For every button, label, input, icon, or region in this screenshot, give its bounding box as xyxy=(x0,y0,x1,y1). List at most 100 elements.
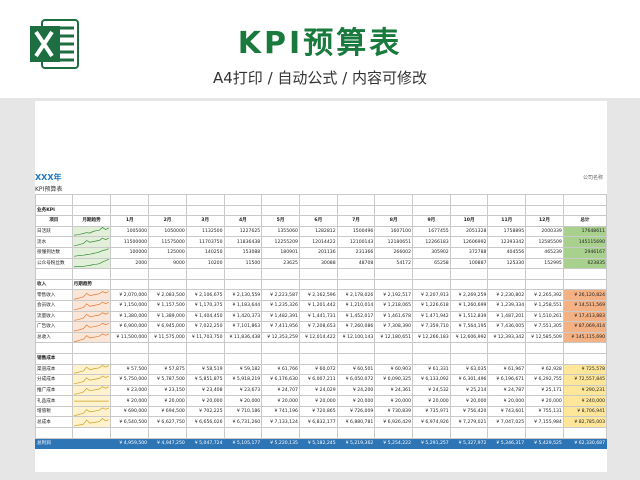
value-cell[interactable]: ¥ 6,880,781 xyxy=(336,416,376,429)
empty-cell[interactable] xyxy=(298,427,338,439)
empty-cell[interactable] xyxy=(449,268,489,280)
value-cell[interactable]: 372788 xyxy=(449,246,489,259)
empty-cell[interactable] xyxy=(35,268,73,280)
empty-cell[interactable] xyxy=(223,352,263,365)
empty-cell[interactable] xyxy=(223,342,263,354)
value-cell[interactable]: 266002 xyxy=(374,246,414,259)
value-cell[interactable]: ¥ 6,656,026 xyxy=(185,416,225,429)
value-cell[interactable]: ¥ 20,000 xyxy=(374,395,414,407)
value-cell[interactable]: 12100143 xyxy=(336,236,376,248)
empty-cell[interactable] xyxy=(185,204,225,217)
value-cell[interactable]: 404556 xyxy=(487,246,527,259)
empty-cell[interactable] xyxy=(261,204,300,217)
profit-total[interactable]: ¥ 62,330,687 xyxy=(562,437,608,450)
value-cell[interactable]: ¥ 24,029 xyxy=(298,384,338,397)
value-cell[interactable]: 2000 xyxy=(110,257,150,270)
row-label[interactable]: 流量收入 xyxy=(35,310,73,323)
value-cell[interactable]: 1227625 xyxy=(223,225,263,238)
empty-cell[interactable] xyxy=(110,427,150,439)
value-cell[interactable]: ¥ 20,000 xyxy=(148,395,187,407)
row-label[interactable]: 推广成本 xyxy=(35,384,73,397)
row-label[interactable]: 很懂到达数 xyxy=(35,246,73,259)
empty-cell[interactable] xyxy=(298,194,338,206)
value-cell[interactable]: 10200 xyxy=(185,257,225,270)
empty-cell[interactable] xyxy=(525,278,564,291)
value-cell[interactable]: 11500 xyxy=(223,257,263,270)
value-cell[interactable]: ¥ 6,926,429 xyxy=(374,416,414,429)
profit-value[interactable]: ¥ 4,959,500 xyxy=(110,437,150,450)
value-cell[interactable]: 100887 xyxy=(449,257,489,270)
value-cell[interactable]: 11703750 xyxy=(185,236,225,248)
empty-cell[interactable] xyxy=(148,194,187,206)
value-cell[interactable]: ¥ 11,703,750 xyxy=(185,331,225,344)
value-cell[interactable]: ¥ 1,218,065 xyxy=(374,299,414,312)
value-cell[interactable]: 12266183 xyxy=(412,236,451,248)
value-cell[interactable]: ¥ 12,266,183 xyxy=(412,331,451,344)
row-label[interactable]: 日活跃 xyxy=(35,225,73,238)
empty-cell[interactable] xyxy=(223,204,263,217)
column-header[interactable]: 12月 xyxy=(525,215,564,227)
value-cell[interactable]: ¥ 2,162,596 xyxy=(298,289,338,301)
value-cell[interactable]: 1050000 xyxy=(148,225,187,238)
column-header[interactable]: 项目 xyxy=(35,215,73,227)
value-cell[interactable]: ¥ 1,258,551 xyxy=(525,299,564,312)
value-cell[interactable]: ¥ 6,900,000 xyxy=(110,321,150,333)
value-cell[interactable]: 23625 xyxy=(261,257,300,270)
column-header[interactable]: 3月 xyxy=(185,215,225,227)
value-cell[interactable]: ¥ 23,673 xyxy=(223,384,263,397)
value-cell[interactable]: ¥ 1,420,373 xyxy=(223,310,263,323)
value-cell[interactable]: 12255209 xyxy=(261,236,300,248)
empty-cell[interactable] xyxy=(71,427,112,439)
row-label[interactable]: 广告收入 xyxy=(35,321,73,333)
empty-cell[interactable] xyxy=(412,204,451,217)
total-cell[interactable]: ¥ 87,069,414 xyxy=(562,321,608,333)
row-label[interactable]: 公众号粉丝数 xyxy=(35,257,73,270)
value-cell[interactable]: ¥ 1,201,442 xyxy=(298,299,338,312)
row-label[interactable]: 增值税 xyxy=(35,405,73,418)
value-cell[interactable]: 1677455 xyxy=(412,225,451,238)
value-cell[interactable]: ¥ 1,482,391 xyxy=(261,310,300,323)
value-cell[interactable]: ¥ 741,196 xyxy=(261,405,300,418)
column-header[interactable]: 总计 xyxy=(562,215,608,227)
empty-cell[interactable] xyxy=(298,268,338,280)
column-header[interactable]: 5月 xyxy=(261,215,300,227)
value-cell[interactable]: ¥ 12,180,651 xyxy=(374,331,414,344)
value-cell[interactable]: ¥ 2,223,587 xyxy=(261,289,300,301)
empty-cell[interactable] xyxy=(185,278,225,291)
value-cell[interactable]: ¥ 12,585,509 xyxy=(525,331,564,344)
column-header[interactable]: 11月 xyxy=(487,215,527,227)
empty-cell[interactable] xyxy=(298,278,338,291)
value-cell[interactable]: ¥ 720,865 xyxy=(298,405,338,418)
value-cell[interactable]: ¥ 2,070,000 xyxy=(110,289,150,301)
empty-cell[interactable] xyxy=(374,342,414,354)
empty-cell[interactable] xyxy=(449,427,489,439)
empty-cell[interactable] xyxy=(110,278,150,291)
value-cell[interactable]: 305902 xyxy=(412,246,451,259)
total-cell[interactable]: 623835 xyxy=(562,257,608,270)
empty-cell[interactable] xyxy=(35,194,73,206)
column-header[interactable]: 9月 xyxy=(412,215,451,227)
empty-cell[interactable] xyxy=(412,342,451,354)
value-cell[interactable]: 152995 xyxy=(525,257,564,270)
section-label-kpi[interactable]: 业务KPI xyxy=(35,204,73,217)
value-cell[interactable]: ¥ 690,000 xyxy=(110,405,150,418)
empty-cell[interactable] xyxy=(261,194,300,206)
empty-cell[interactable] xyxy=(110,194,150,206)
profit-value[interactable]: ¥ 4,947,250 xyxy=(148,437,187,450)
value-cell[interactable]: ¥ 726,009 xyxy=(336,405,376,418)
value-cell[interactable]: ¥ 61,331 xyxy=(412,363,451,376)
empty-cell[interactable] xyxy=(261,352,300,365)
value-cell[interactable]: 48708 xyxy=(336,257,376,270)
empty-cell[interactable] xyxy=(525,268,564,280)
value-cell[interactable]: 65258 xyxy=(412,257,451,270)
value-cell[interactable]: ¥ 1,512,839 xyxy=(449,310,489,323)
value-cell[interactable]: ¥ 57,875 xyxy=(148,363,187,376)
empty-cell[interactable] xyxy=(185,268,225,280)
value-cell[interactable]: ¥ 1,471,942 xyxy=(412,310,451,323)
value-cell[interactable]: 201136 xyxy=(298,246,338,259)
empty-cell[interactable] xyxy=(374,278,414,291)
value-cell[interactable]: ¥ 7,133,124 xyxy=(261,416,300,429)
empty-cell[interactable] xyxy=(223,268,263,280)
empty-cell[interactable] xyxy=(336,204,376,217)
profit-value[interactable]: ¥ 5,219,362 xyxy=(336,437,376,450)
